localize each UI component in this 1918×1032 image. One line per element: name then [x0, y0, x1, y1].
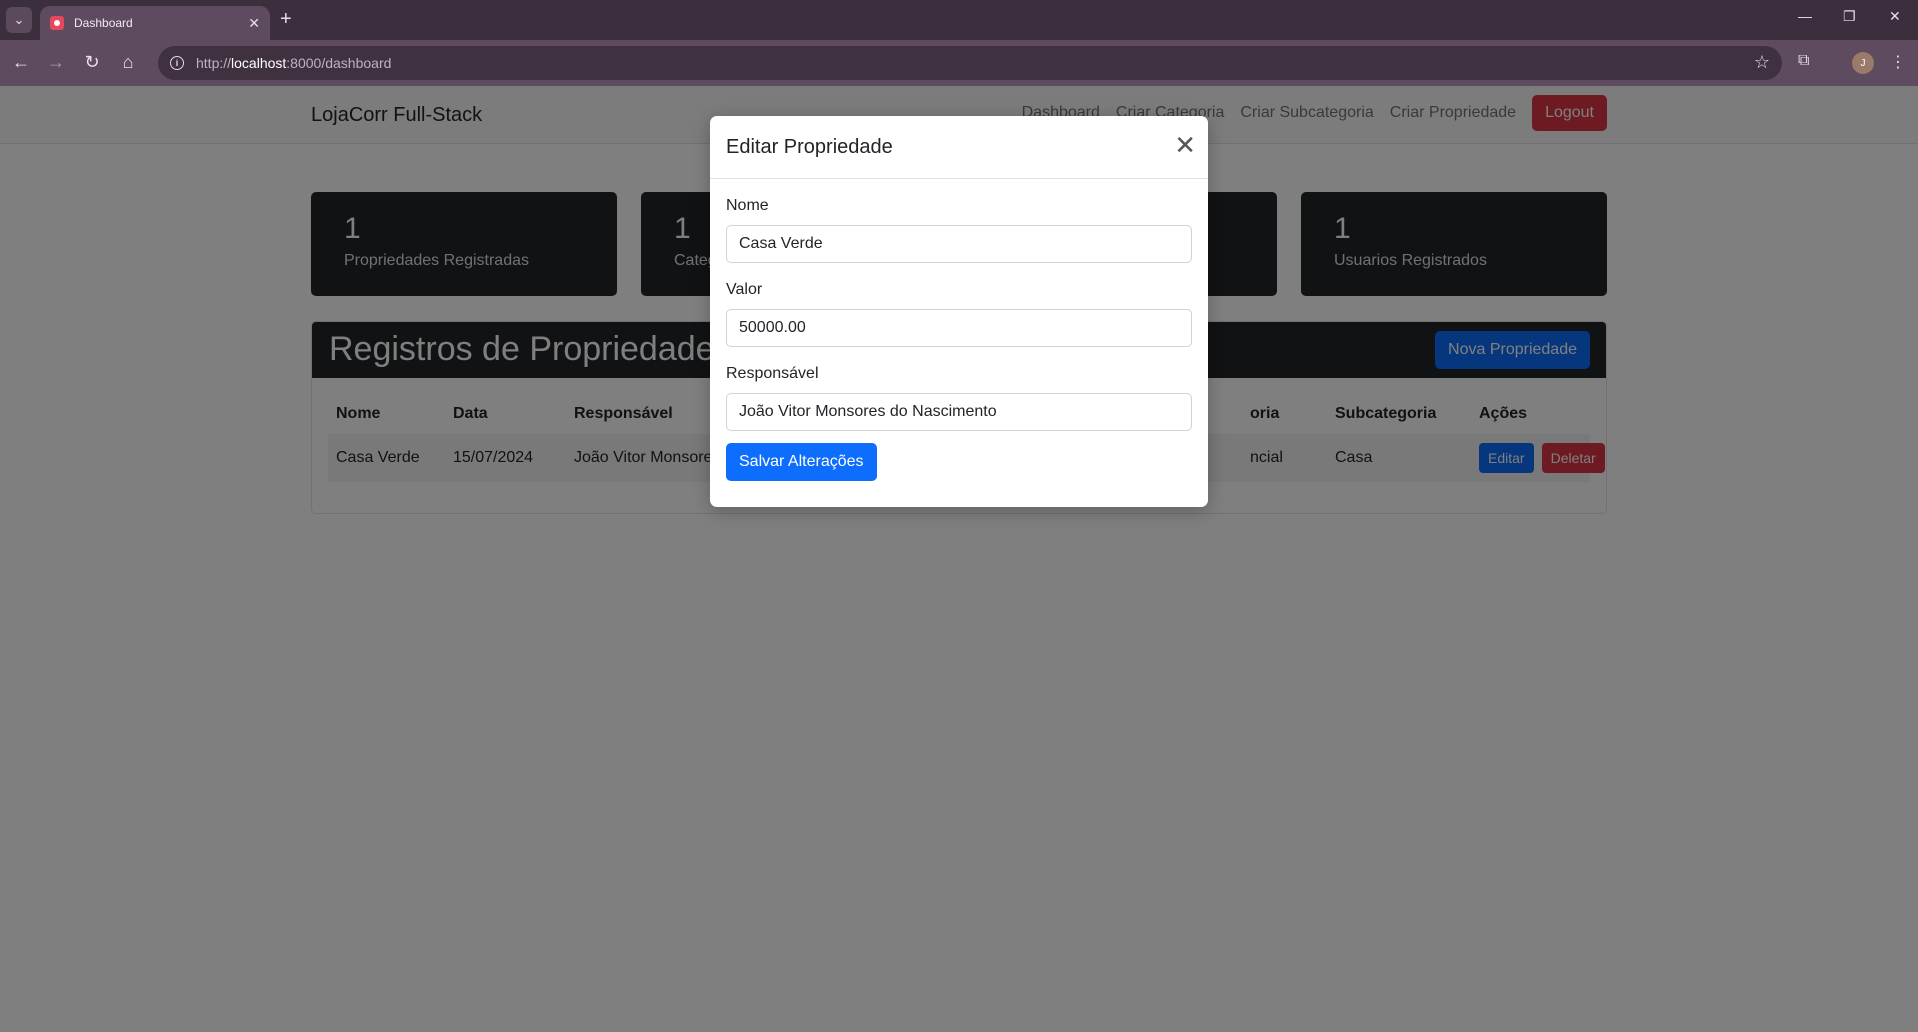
browser-tab[interactable]: Dashboard ✕: [40, 6, 270, 40]
modal-body: Nome Valor Responsável Salvar Alterações: [710, 179, 1208, 481]
extensions-icon[interactable]: ⧉: [1798, 52, 1809, 70]
modal-header: Editar Propriedade ✕: [710, 116, 1208, 179]
home-icon[interactable]: ⌂: [117, 52, 139, 73]
menu-icon[interactable]: ⋮: [1890, 52, 1906, 72]
valor-label: Valor: [726, 281, 763, 298]
favicon-icon: [50, 16, 64, 30]
window-close-icon[interactable]: ✕: [1889, 8, 1901, 25]
browser-toolbar: ← → ↻ ⌂ i http://localhost:8000/dashboar…: [0, 40, 1918, 86]
nome-input[interactable]: [726, 225, 1192, 263]
address-bar[interactable]: i http://localhost:8000/dashboard ☆: [158, 46, 1782, 80]
responsavel-label: Responsável: [726, 365, 819, 382]
bookmark-star-icon[interactable]: ☆: [1754, 52, 1770, 73]
nome-label: Nome: [726, 197, 769, 214]
tab-close-icon[interactable]: ✕: [248, 15, 260, 32]
browser-tab-bar: ⌄ Dashboard ✕ + — ❐ ✕: [0, 0, 1918, 40]
tab-title: Dashboard: [74, 16, 133, 30]
minimize-icon[interactable]: —: [1798, 8, 1812, 24]
site-info-icon[interactable]: i: [170, 56, 184, 70]
restore-icon[interactable]: ❐: [1843, 8, 1856, 25]
forward-icon[interactable]: →: [45, 52, 67, 73]
back-icon[interactable]: ←: [10, 52, 32, 73]
profile-avatar[interactable]: J: [1852, 52, 1874, 74]
url-text: http://localhost:8000/dashboard: [196, 55, 392, 71]
edit-property-modal: Editar Propriedade ✕ Nome Valor Responsá…: [710, 116, 1208, 507]
save-changes-button[interactable]: Salvar Alterações: [726, 443, 877, 481]
modal-title: Editar Propriedade: [726, 136, 893, 158]
responsavel-input[interactable]: [726, 393, 1192, 431]
tab-search-button[interactable]: ⌄: [6, 7, 32, 33]
reload-icon[interactable]: ↻: [81, 52, 103, 73]
valor-input[interactable]: [726, 309, 1192, 347]
new-tab-icon[interactable]: +: [280, 8, 292, 31]
close-icon[interactable]: ✕: [1174, 132, 1196, 158]
